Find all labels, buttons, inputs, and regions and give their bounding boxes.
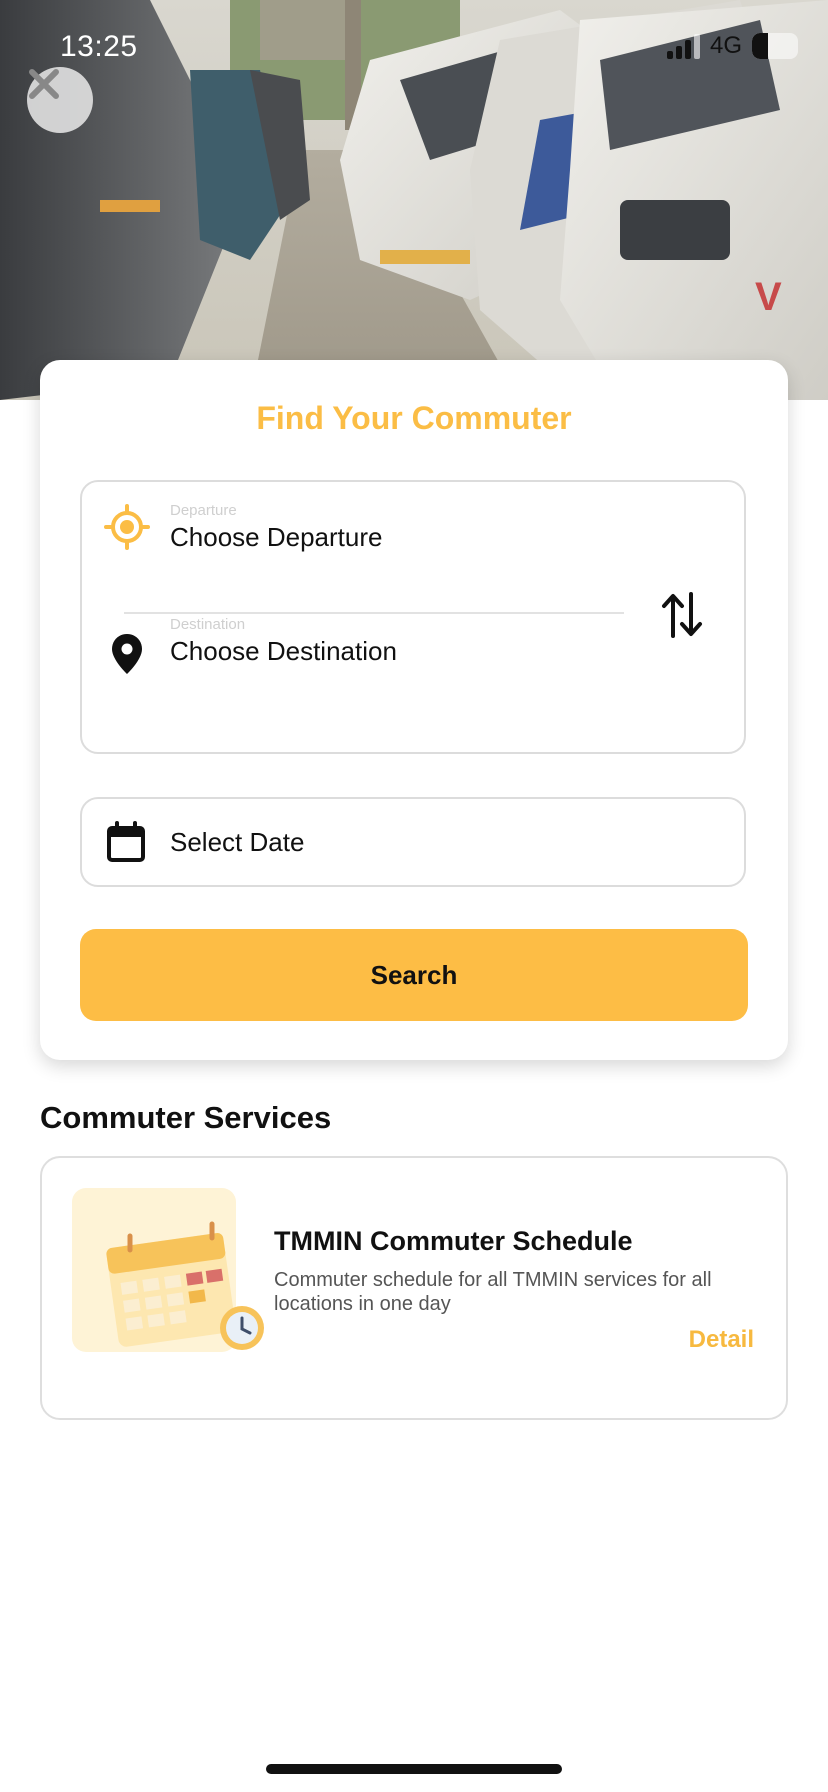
date-field[interactable]: Select Date (80, 797, 746, 887)
home-indicator (266, 1764, 562, 1774)
route-divider (124, 612, 624, 614)
calendar-clock-illustration (72, 1188, 264, 1352)
network-label: 4G (709, 32, 742, 59)
destination-label: Destination (170, 616, 246, 633)
departure-value: Choose Departure (170, 522, 383, 552)
battery-icon (752, 33, 798, 59)
calendar-icon (107, 821, 145, 862)
close-icon (29, 69, 59, 99)
status-icons: 4G (666, 32, 798, 60)
card-title: Find Your Commuter (256, 400, 572, 436)
destination-field[interactable]: Destination Choose Destination (82, 616, 622, 736)
map-pin-icon (112, 634, 142, 674)
search-button[interactable]: Search (80, 929, 748, 1021)
swap-button[interactable] (660, 590, 704, 640)
destination-value: Choose Destination (170, 636, 397, 666)
status-time: 13:25 (60, 30, 138, 63)
service-description: Commuter schedule for all TMMIN services… (274, 1269, 712, 1315)
detail-link[interactable]: Detail (689, 1326, 754, 1354)
signal-bars-icon (666, 33, 700, 59)
date-value: Select Date (170, 827, 305, 857)
search-card: Find Your Commuter Departure Choose Depa… (40, 360, 788, 1060)
section-title: Commuter Services (40, 1100, 332, 1135)
departure-label: Departure (170, 502, 237, 519)
departure-field[interactable]: Departure Choose Departure (82, 482, 622, 600)
service-title: TMMIN Commuter Schedule (274, 1226, 633, 1256)
swap-arrows-icon (662, 592, 702, 638)
service-card-tmmin-schedule[interactable]: TMMIN Commuter Schedule Commuter schedul… (40, 1156, 788, 1420)
svg-text:V: V (755, 275, 782, 319)
route-box: Departure Choose Departure Destination C… (80, 480, 746, 754)
crosshair-location-icon (104, 504, 150, 550)
hero-image: V 13:25 4G (0, 0, 828, 400)
close-button[interactable] (27, 67, 93, 133)
